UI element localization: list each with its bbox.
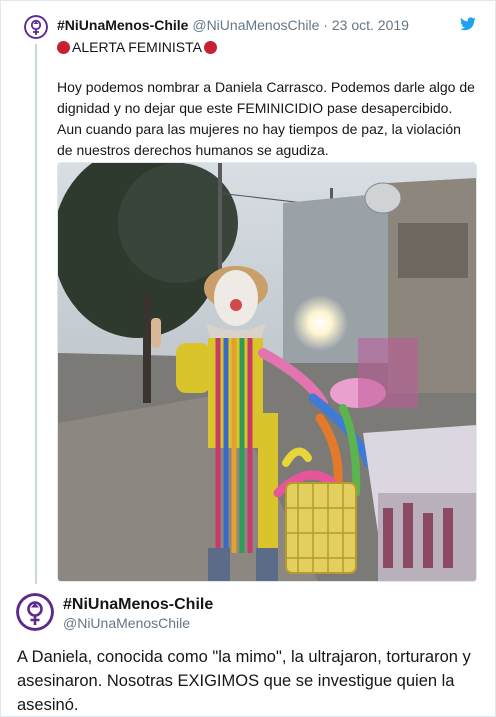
author-name[interactable]: #NiUnaMenos-Chile — [57, 17, 188, 33]
tweet-date[interactable]: 23 oct. 2019 — [332, 17, 409, 33]
author-handle[interactable]: @NiUnaMenosChile — [192, 17, 319, 33]
tweet-body: Hoy podemos nombrar a Daniela Carrasco. … — [57, 79, 475, 158]
avatar[interactable] — [16, 593, 54, 631]
tweet-photo[interactable] — [57, 162, 477, 582]
quoted-tweet-header: #NiUnaMenos-Chile @NiUnaMenosChile · 23 … — [57, 15, 409, 35]
red-circle-icon — [203, 40, 217, 54]
quoted-tweet-text: Hoy podemos nombrar a Daniela Carrasco. … — [57, 77, 477, 161]
author-name[interactable]: #NiUnaMenos-Chile — [63, 595, 213, 615]
avatar[interactable] — [24, 15, 48, 39]
alert-line: ALERTA FEMINISTA — [57, 37, 217, 57]
author-handle[interactable]: @NiUnaMenosChile — [63, 614, 190, 632]
red-circle-icon — [57, 40, 70, 54]
alert-text: ALERTA FEMINISTA — [72, 39, 202, 55]
separator-dot: · — [323, 17, 328, 33]
thread-connector-line — [35, 44, 37, 584]
tweet-body: A Daniela, conocida como "la mimo", la u… — [17, 648, 471, 714]
twitter-bird-icon[interactable] — [460, 17, 476, 31]
